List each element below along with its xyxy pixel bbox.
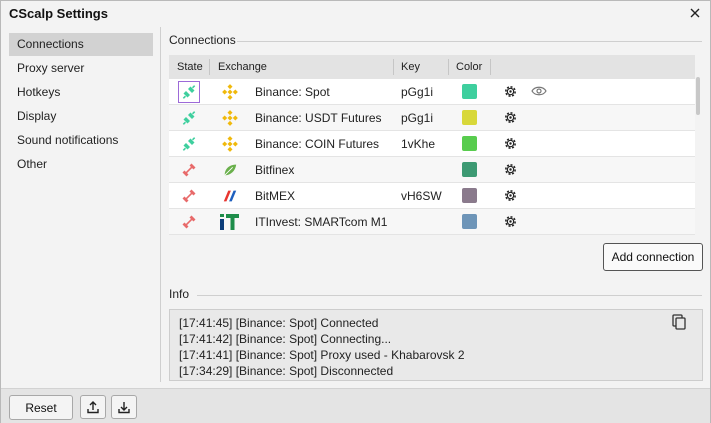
eye-icon[interactable] [531, 85, 547, 97]
sidebar-item-other[interactable]: Other [9, 153, 153, 176]
sidebar-item-label: Proxy server [17, 61, 85, 75]
color-swatch[interactable] [462, 110, 477, 125]
title-bar: CScalp Settings [1, 1, 710, 27]
bitmex-logo-icon [223, 190, 237, 202]
color-swatch[interactable] [462, 214, 477, 229]
sidebar-item-label: Connections [17, 37, 84, 51]
info-section-title: Info [169, 287, 190, 301]
color-swatch[interactable] [462, 162, 477, 177]
sidebar-item-hotkeys[interactable]: Hotkeys [9, 81, 153, 104]
color-swatch[interactable] [462, 188, 477, 203]
binance-logo-icon [222, 110, 238, 126]
section-divider [237, 41, 702, 42]
export-button[interactable] [80, 395, 106, 419]
sidebar-item-connections[interactable]: Connections [9, 33, 153, 56]
plug-disconnected-icon [182, 189, 196, 203]
itinvest-logo-icon [220, 214, 239, 230]
column-separator [490, 59, 491, 75]
sidebar-item-proxy-server[interactable]: Proxy server [9, 57, 153, 80]
connections-table: State Exchange Key Color Binance: Spot p… [169, 55, 695, 235]
sidebar-item-label: Display [17, 109, 57, 123]
column-header-exchange[interactable]: Exchange [218, 55, 267, 79]
sidebar-item-display[interactable]: Display [9, 105, 153, 128]
sidebar-item-label: Hotkeys [17, 85, 61, 99]
plug-connected-icon [182, 111, 196, 125]
connection-state-toggle[interactable] [178, 211, 200, 233]
copy-icon[interactable] [672, 314, 686, 330]
api-key: vH6SW [401, 189, 442, 203]
connection-state-toggle[interactable] [178, 81, 200, 103]
log-line: [17:41:45] [Binance: Spot] Connected [179, 316, 379, 330]
plug-connected-icon [182, 85, 196, 99]
connection-state-toggle[interactable] [178, 185, 200, 207]
footer-bar: Reset [1, 388, 710, 423]
plug-disconnected-icon [182, 215, 196, 229]
api-key: pGg1i [401, 111, 434, 125]
gear-icon[interactable] [503, 84, 518, 99]
log-line: [17:41:42] [Binance: Spot] Connecting... [179, 332, 392, 346]
exchange-name: Binance: USDT Futures [255, 111, 382, 125]
binance-logo-icon [222, 136, 238, 152]
connections-section-title: Connections [169, 33, 236, 47]
gear-icon[interactable] [503, 214, 518, 229]
table-row[interactable]: Binance: COIN Futures 1vKhe [169, 131, 695, 157]
sidebar-item-label: Sound notifications [17, 133, 119, 147]
log-line: [17:41:41] [Binance: Spot] Proxy used - … [179, 348, 465, 362]
binance-logo-icon [222, 84, 238, 100]
settings-window: CScalp Settings Connections Proxy server… [0, 0, 711, 423]
reset-button[interactable]: Reset [9, 395, 73, 420]
connection-state-toggle[interactable] [178, 107, 200, 129]
close-button[interactable] [686, 4, 704, 22]
connection-state-toggle[interactable] [178, 133, 200, 155]
gear-icon[interactable] [503, 162, 518, 177]
log-line: [17:34:29] [Binance: Spot] Disconnected [179, 364, 394, 378]
exchange-name: BitMEX [255, 189, 296, 203]
plug-connected-icon [182, 137, 196, 151]
column-header-color[interactable]: Color [456, 55, 482, 79]
download-icon [118, 402, 130, 414]
table-row[interactable]: BitMEX vH6SW [169, 183, 695, 209]
column-separator [393, 59, 394, 75]
gear-icon[interactable] [503, 110, 518, 125]
section-divider [197, 295, 702, 296]
close-icon [690, 8, 700, 18]
table-scrollbar[interactable] [696, 77, 700, 115]
table-row[interactable]: ITInvest: SMARTcom M1 [169, 209, 695, 235]
exchange-name: ITInvest: SMARTcom M1 [255, 215, 388, 229]
exchange-name: Bitfinex [255, 163, 295, 177]
gear-icon[interactable] [503, 188, 518, 203]
settings-sidebar: Connections Proxy server Hotkeys Display… [1, 27, 161, 382]
sidebar-item-sound-notifications[interactable]: Sound notifications [9, 129, 153, 152]
info-log-panel[interactable]: [17:41:45] [Binance: Spot] Connected [17… [169, 309, 703, 381]
color-swatch[interactable] [462, 136, 477, 151]
api-key: 1vKhe [401, 137, 436, 151]
connection-state-toggle[interactable] [178, 159, 200, 181]
window-title: CScalp Settings [9, 6, 108, 21]
column-separator [448, 59, 449, 75]
gear-icon[interactable] [503, 136, 518, 151]
table-row[interactable]: Bitfinex [169, 157, 695, 183]
plug-disconnected-icon [182, 163, 196, 177]
column-header-key[interactable]: Key [401, 55, 420, 79]
table-row[interactable]: Binance: Spot pGg1i [169, 79, 695, 105]
api-key: pGg1i [401, 85, 434, 99]
add-connection-button[interactable]: Add connection [603, 243, 703, 271]
table-row[interactable]: Binance: USDT Futures pGg1i [169, 105, 695, 131]
sidebar-item-label: Other [17, 157, 48, 171]
column-header-state[interactable]: State [177, 55, 203, 79]
import-button[interactable] [111, 395, 137, 419]
exchange-name: Binance: COIN Futures [255, 137, 380, 151]
upload-icon [87, 401, 99, 414]
exchange-name: Binance: Spot [255, 85, 330, 99]
column-separator [209, 59, 210, 75]
color-swatch[interactable] [462, 84, 477, 99]
table-header: State Exchange Key Color [169, 55, 695, 79]
bitfinex-logo-icon [224, 164, 237, 176]
